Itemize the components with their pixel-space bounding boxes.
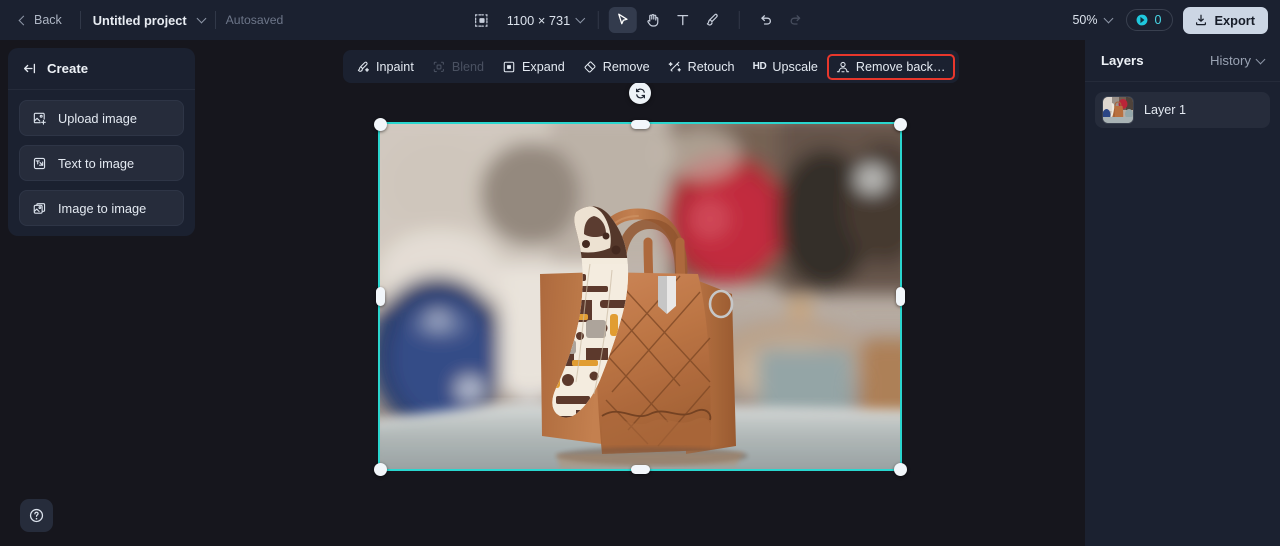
resize-handle-top-right[interactable] bbox=[894, 118, 907, 131]
action-label: Remove bbox=[603, 60, 650, 74]
header-divider-2 bbox=[215, 11, 216, 29]
project-name[interactable]: Untitled project bbox=[91, 9, 189, 32]
header-divider-3 bbox=[598, 11, 599, 29]
tab-layers[interactable]: Layers bbox=[1101, 53, 1144, 68]
credits-count: 0 bbox=[1155, 13, 1162, 27]
canvas-dimensions-label: 1100 × 731 bbox=[507, 13, 570, 28]
layer-item[interactable]: Layer 1 bbox=[1095, 92, 1270, 128]
canvas-dimensions[interactable]: 1100 × 731 bbox=[503, 9, 588, 32]
header-divider-4 bbox=[739, 11, 740, 29]
top-header-bar: Back Untitled project Autosaved 1100 × 7… bbox=[0, 0, 1280, 40]
selected-layer-selection[interactable] bbox=[380, 124, 900, 469]
project-menu-chevron-down-icon[interactable] bbox=[196, 14, 206, 24]
action-inpaint[interactable]: Inpaint bbox=[347, 54, 423, 80]
zoom-chevron-down-icon[interactable] bbox=[1103, 14, 1113, 24]
rotate-handle[interactable] bbox=[629, 82, 651, 104]
action-label: Upscale bbox=[772, 60, 818, 74]
header-left-group: Back Untitled project Autosaved bbox=[0, 8, 283, 32]
autosaved-status: Autosaved bbox=[226, 13, 284, 27]
layer-thumbnail bbox=[1103, 97, 1133, 123]
resize-handle-bottom-left[interactable] bbox=[374, 463, 387, 476]
resize-handle-top-left[interactable] bbox=[374, 118, 387, 131]
rotate-icon bbox=[634, 87, 647, 100]
sidebar-item-label: Image to image bbox=[58, 201, 146, 216]
action-remove[interactable]: Remove bbox=[574, 54, 659, 80]
layers-panel: Layers History bbox=[1085, 40, 1280, 546]
credit-coin-icon bbox=[1135, 13, 1149, 27]
chevron-down-icon[interactable] bbox=[1256, 54, 1266, 64]
layer-name: Layer 1 bbox=[1144, 103, 1186, 117]
action-label: Expand bbox=[522, 60, 565, 74]
text-to-image-icon bbox=[32, 156, 47, 171]
back-button-label: Back bbox=[34, 13, 62, 27]
canvas-resize-icon[interactable] bbox=[470, 9, 493, 32]
header-center-group: 1100 × 731 bbox=[470, 0, 810, 40]
action-retouch[interactable]: Retouch bbox=[659, 54, 744, 80]
image-editor-app: Back Untitled project Autosaved 1100 × 7… bbox=[0, 0, 1280, 546]
export-button[interactable]: Export bbox=[1183, 7, 1268, 34]
action-remove-background[interactable]: Remove back… bbox=[827, 54, 955, 80]
select-tool[interactable] bbox=[609, 7, 637, 33]
resize-handle-left[interactable] bbox=[376, 287, 385, 306]
tab-history[interactable]: History bbox=[1210, 53, 1264, 68]
question-mark-circle-icon bbox=[28, 507, 45, 524]
resize-handle-top[interactable] bbox=[631, 120, 650, 129]
zoom-control[interactable]: 50% bbox=[1068, 9, 1115, 31]
text-tool[interactable] bbox=[669, 7, 697, 33]
remove-background-person-icon bbox=[836, 60, 850, 74]
inpaint-brush-icon bbox=[356, 60, 370, 74]
create-sidebar: Create Upload image bbox=[8, 48, 195, 236]
layers-panel-header: Layers History bbox=[1085, 40, 1280, 82]
action-label: Inpaint bbox=[376, 60, 414, 74]
blend-icon bbox=[432, 60, 446, 74]
action-label: Blend bbox=[452, 60, 484, 74]
resize-handle-bottom[interactable] bbox=[631, 465, 650, 474]
upload-image-icon bbox=[32, 111, 47, 126]
sidebar-item-label: Text to image bbox=[58, 156, 134, 171]
resize-handle-bottom-right[interactable] bbox=[894, 463, 907, 476]
header-divider-1 bbox=[80, 11, 81, 29]
canvas-image[interactable] bbox=[380, 124, 900, 469]
chevron-left-icon bbox=[19, 15, 29, 25]
layer-list: Layer 1 bbox=[1085, 82, 1280, 128]
tab-history-label: History bbox=[1210, 53, 1251, 68]
eraser-icon bbox=[583, 60, 597, 74]
brush-tool[interactable] bbox=[699, 7, 727, 33]
header-right-group: 50% 0 Export bbox=[1068, 0, 1268, 40]
create-sidebar-list: Upload image Text to image bbox=[8, 90, 195, 226]
help-button[interactable] bbox=[20, 499, 53, 532]
action-blend[interactable]: Blend bbox=[423, 54, 493, 80]
create-sidebar-header: Create bbox=[8, 48, 195, 90]
export-button-label: Export bbox=[1214, 13, 1255, 28]
action-expand[interactable]: Expand bbox=[493, 54, 574, 80]
undo-button[interactable] bbox=[752, 7, 780, 33]
hd-icon: HD bbox=[753, 61, 767, 72]
back-button[interactable]: Back bbox=[12, 8, 70, 32]
action-upscale[interactable]: HD Upscale bbox=[744, 54, 827, 80]
handbag-photo bbox=[380, 124, 900, 469]
resize-handle-right[interactable] bbox=[896, 287, 905, 306]
sidebar-item-upload-image[interactable]: Upload image bbox=[19, 100, 184, 136]
create-sidebar-title: Create bbox=[47, 61, 88, 76]
sidebar-item-label: Upload image bbox=[58, 111, 137, 126]
redo-button[interactable] bbox=[782, 7, 810, 33]
retouch-wand-icon bbox=[668, 60, 682, 74]
action-label: Remove back… bbox=[856, 60, 946, 74]
credits-badge[interactable]: 0 bbox=[1126, 9, 1174, 31]
collapse-left-icon[interactable] bbox=[22, 61, 37, 76]
pan-tool[interactable] bbox=[639, 7, 667, 33]
expand-frame-icon bbox=[502, 60, 516, 74]
action-label: Retouch bbox=[688, 60, 735, 74]
sidebar-item-text-to-image[interactable]: Text to image bbox=[19, 145, 184, 181]
action-toolbar: Inpaint Blend Expand bbox=[343, 50, 959, 83]
download-icon bbox=[1194, 13, 1208, 27]
tool-group bbox=[609, 7, 810, 33]
zoom-level-label: 50% bbox=[1072, 13, 1097, 27]
image-to-image-icon bbox=[32, 201, 47, 216]
dimensions-chevron-down-icon[interactable] bbox=[576, 14, 586, 24]
sidebar-item-image-to-image[interactable]: Image to image bbox=[19, 190, 184, 226]
